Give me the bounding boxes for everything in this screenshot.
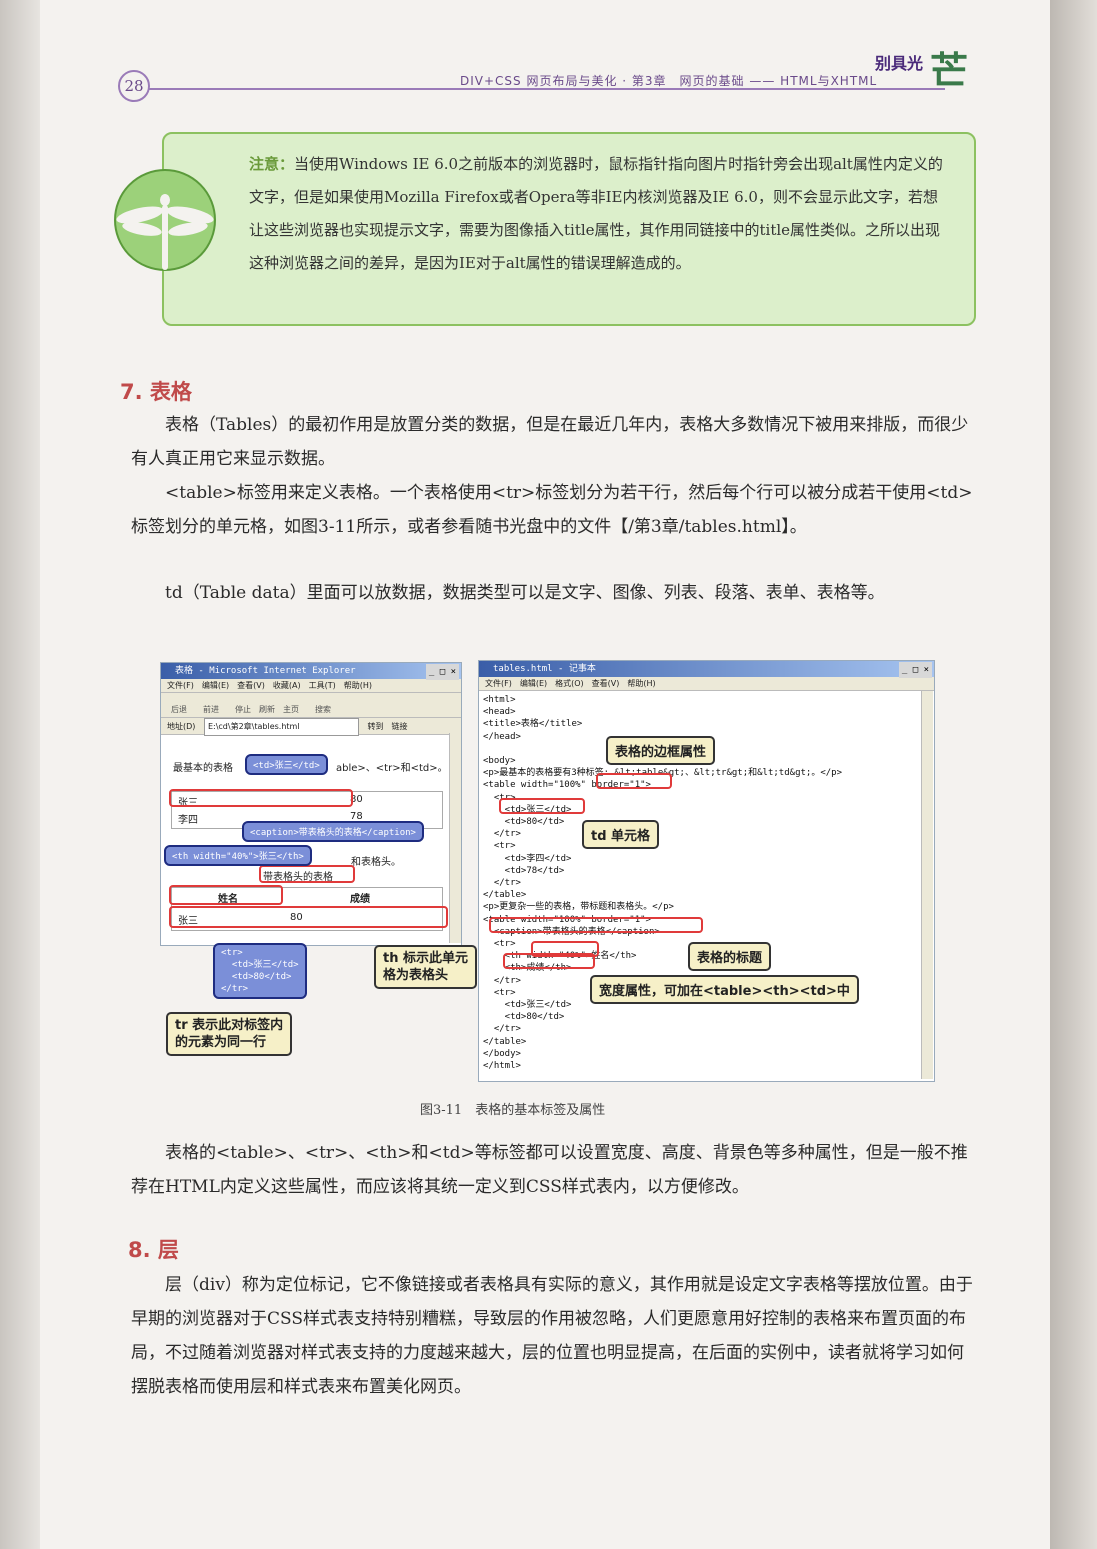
callout-caption: 表格的标题 <box>688 942 772 971</box>
figure-caption: 图3-11 表格的基本标签及属性 <box>420 1103 606 1118</box>
th-score: 成绩 <box>350 894 370 905</box>
ie-line-1b: able>、<tr>和<td>。 <box>336 763 448 774</box>
code-line: <td>78</td> <box>483 865 565 876</box>
page-number: 28 <box>118 70 150 102</box>
highlight-row-3 <box>169 906 448 928</box>
callout-width: 宽度属性，可加在<table><th><td>中 <box>590 975 859 1004</box>
ie-title: 表格 - Microsoft Internet Explorer <box>175 666 356 676</box>
bubble-th: <th width="40%">张三</th> <box>164 845 312 866</box>
bubble-tr: <tr> <td>张三</td> <td>80</td> </tr> <box>213 943 307 999</box>
bubble-caption: <caption>带表格头的表格</caption> <box>242 821 424 842</box>
highlight-caption-code <box>489 917 703 933</box>
notepad-title: tables.html - 记事本 <box>493 664 596 674</box>
notepad-scrollbar[interactable] <box>921 691 933 1079</box>
ie-titlebar: 表格 - Microsoft Internet Explorer _ □ × <box>161 663 461 680</box>
highlight-th <box>169 885 283 905</box>
code-line: <head> <box>483 707 516 718</box>
code-line: <td>80</td> <box>483 817 565 828</box>
section-7-heading: 7. 表格 <box>120 380 192 404</box>
callout-th: th 标示此单元 格为表格头 <box>374 945 477 989</box>
ie-partial-text: 和表格头。 <box>351 857 401 868</box>
highlight-th-code <box>503 953 595 969</box>
section-8-paragraph-1: 层（div）称为定位标记，它不像链接或者表格具有实际的意义，其作用就是设定文字表… <box>131 1275 973 1397</box>
code-line: <tr> <box>483 841 516 852</box>
window-controls-icon[interactable]: _ □ × <box>898 662 932 678</box>
ie-scrollbar[interactable] <box>449 733 461 943</box>
highlight-row-1 <box>169 789 353 807</box>
address-label: 地址(D) <box>167 722 196 731</box>
notepad-menubar[interactable]: 文件(F) 编辑(E) 格式(O) 查看(V) 帮助(H) <box>479 677 934 691</box>
code-line: <p>更复杂一些的表格，带标题和表格头。</p> <box>483 902 674 913</box>
note-box: 注意：当使用Windows IE 6.0之前版本的浏览器时，鼠标指针指向图片时指… <box>162 132 976 326</box>
code-line: </tr> <box>483 1024 521 1035</box>
ie-toolbar[interactable]: 后退 前进 停止 刷新 主页 搜索 <box>161 693 461 718</box>
callout-border: 表格的边框属性 <box>606 736 716 765</box>
code-line: <title>表格</title> <box>483 719 583 730</box>
bubble-td: <td>张三</td> <box>245 754 328 775</box>
window-controls-icon[interactable]: _ □ × <box>425 664 459 680</box>
section-7-paragraph-2: <table>标签用来定义表格。一个表格使用<tr>标签划分为若干行，然后每个行… <box>131 483 973 537</box>
code-line: <html> <box>483 695 516 705</box>
notepad-window: tables.html - 记事本 _ □ × 文件(F) 编辑(E) 格式(O… <box>478 660 935 1082</box>
callout-td: td 单元格 <box>582 820 660 849</box>
code-line: <td>80</td> <box>483 1012 565 1023</box>
ie-window: 表格 - Microsoft Internet Explorer _ □ × 文… <box>160 662 462 946</box>
note-text: 注意：当使用Windows IE 6.0之前版本的浏览器时，鼠标指针指向图片时指… <box>249 148 949 280</box>
code-line: </html> <box>483 1061 521 1072</box>
code-line: </tr> <box>483 878 521 889</box>
section-8-heading: 8. 层 <box>128 1238 179 1262</box>
highlight-border-attr <box>596 773 672 789</box>
page-gutter <box>0 0 40 1549</box>
next-page-edge <box>1050 0 1097 1549</box>
address-input[interactable]: E:\cd\第2章\tables.html <box>203 718 359 736</box>
code-line: </tr> <box>483 829 521 840</box>
ie-menubar[interactable]: 文件(F) 编辑(E) 查看(V) 收藏(A) 工具(T) 帮助(H) <box>161 679 461 693</box>
note-label: 注意： <box>249 155 295 173</box>
notepad-titlebar: tables.html - 记事本 _ □ × <box>479 661 934 678</box>
callout-tr: tr 表示此对标签内 的元素为同一行 <box>166 1012 293 1056</box>
code-line: <td>李四</td> <box>483 853 572 864</box>
cell-r2c1: 李四 <box>178 815 198 826</box>
highlight-caption <box>259 865 355 883</box>
dragonfly-icon <box>114 169 216 271</box>
section-7-paragraph-3: td（Table data）里面可以放数据，数据类型可以是文字、图像、列表、段落… <box>165 583 885 603</box>
code-line: </table> <box>483 1036 527 1047</box>
after-figure-paragraph: 表格的<table>、<tr>、<th>和<td>等标签都可以设置宽度、高度、背… <box>131 1143 968 1197</box>
ie-line-1: 最基本的表格 <box>173 763 233 774</box>
brand-glyph: 芒 <box>930 48 969 93</box>
figure-3-11: 表格 - Microsoft Internet Explorer _ □ × 文… <box>120 645 975 1090</box>
code-line: </body> <box>483 1048 521 1059</box>
code-line: </table> <box>483 890 527 901</box>
running-title: DIV+CSS 网页布局与美化 · 第3章 网页的基础 —— HTML与XHTM… <box>460 74 878 88</box>
note-body: 当使用Windows IE 6.0之前版本的浏览器时，鼠标指针指向图片时指针旁会… <box>249 155 943 272</box>
section-7-paragraph-1: 表格（Tables）的最初作用是放置分类的数据，但是在最近几年内，表格大多数情况… <box>131 415 969 469</box>
ie-address-bar: 地址(D) E:\cd\第2章\tables.html 转到 链接 <box>161 718 461 736</box>
highlight-td <box>499 798 585 814</box>
brand-text: 别具光 <box>875 54 924 73</box>
go-button[interactable]: 转到 链接 <box>368 722 408 731</box>
